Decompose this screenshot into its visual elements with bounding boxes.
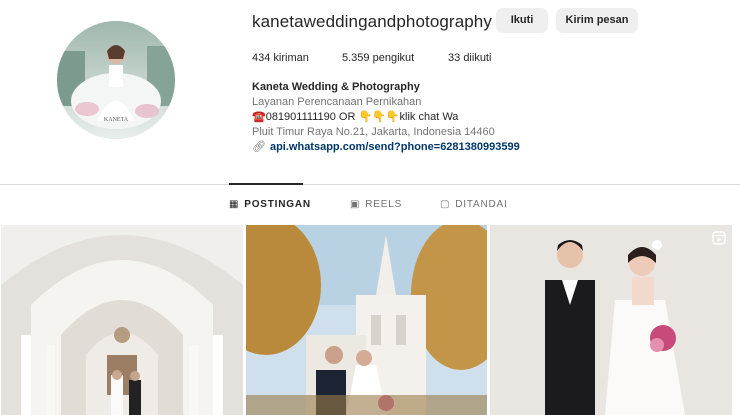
reel-icon <box>712 231 726 245</box>
post-thumbnail[interactable] <box>246 225 487 415</box>
profile-category: Layanan Perencanaan Pernikahan <box>252 96 422 108</box>
tabs-divider <box>0 184 740 185</box>
profile-username: kanetaweddingandphotography <box>252 12 492 31</box>
following-count-value: 33 <box>448 52 461 64</box>
reels-icon: ▣ <box>350 199 361 210</box>
posts-count-value: 434 <box>252 52 271 64</box>
bio-phone-line: ☎️081901111190 OR 👇👇👇klik chat Wa <box>252 111 459 123</box>
profile-avatar[interactable]: KANETA <box>57 21 175 139</box>
following-count[interactable]: 33 diikuti <box>448 52 491 64</box>
grid-icon: ▦ <box>229 199 240 210</box>
post-thumbnail[interactable] <box>490 225 732 415</box>
post-thumbnail[interactable] <box>1 225 243 415</box>
profile-display-name: Kaneta Wedding & Photography <box>252 81 420 93</box>
follow-button[interactable]: Ikuti <box>496 8 548 33</box>
posts-count: 434 kiriman <box>252 52 309 64</box>
send-message-button[interactable]: Kirim pesan <box>556 8 638 33</box>
followers-count[interactable]: 5.359 pengikut <box>342 52 414 64</box>
tab-tagged[interactable]: ▢ DITANDAI <box>440 199 508 210</box>
link-icon: 🔗︎ <box>252 141 266 153</box>
followers-count-label: pengikut <box>372 52 415 64</box>
followers-count-value: 5.359 <box>342 52 370 64</box>
following-count-label: diikuti <box>463 52 492 64</box>
tab-tagged-label: DITANDAI <box>455 199 508 210</box>
profile-bio: Kaneta Wedding & Photography Layanan Per… <box>252 80 520 155</box>
posts-count-label: kiriman <box>273 52 309 64</box>
tab-reels[interactable]: ▣ REELS <box>350 199 402 210</box>
active-tab-indicator <box>229 183 303 185</box>
tab-posts-label: POSTINGAN <box>244 199 311 210</box>
tagged-icon: ▢ <box>440 199 451 210</box>
bio-address: Pluit Timur Raya No.21, Jakarta, Indones… <box>252 126 495 138</box>
avatar-logo-text: KANETA <box>104 117 129 123</box>
tab-posts[interactable]: ▦ POSTINGAN <box>229 199 311 210</box>
bio-link-row[interactable]: 🔗︎ api.whatsapp.com/send?phone=6281380993… <box>252 140 520 155</box>
tab-reels-label: REELS <box>365 199 403 210</box>
bio-link[interactable]: api.whatsapp.com/send?phone=628138099359… <box>270 141 520 153</box>
